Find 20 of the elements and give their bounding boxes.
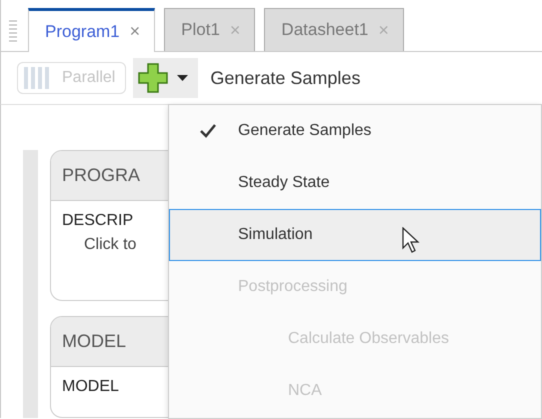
menu-item[interactable]: Steady State: [169, 157, 541, 209]
step-label: Generate Samples: [210, 66, 360, 90]
caret-icon: [177, 75, 188, 81]
menu-item[interactable]: Generate Samples: [169, 105, 541, 157]
columns-icon: [24, 67, 50, 89]
tab[interactable]: Datasheet1 ×: [264, 8, 404, 51]
mouse-pointer-icon: [402, 227, 420, 253]
menu-item[interactable]: Simulation: [169, 209, 541, 261]
field-label: MODEL: [62, 378, 119, 396]
section-header: PROGRA: [62, 164, 140, 187]
close-button[interactable]: ×: [378, 16, 389, 44]
section-header: MODEL: [62, 330, 126, 354]
plus-icon: [137, 62, 170, 94]
tab[interactable]: Plot1 ×: [164, 8, 256, 51]
field-label: DESCRIP: [62, 212, 134, 229]
hint-text[interactable]: Click to: [84, 236, 136, 253]
close-button[interactable]: ×: [130, 18, 140, 45]
add-step-button[interactable]: [133, 58, 198, 98]
tab[interactable]: Program1 ×: [28, 8, 156, 52]
close-button[interactable]: ×: [230, 16, 240, 44]
